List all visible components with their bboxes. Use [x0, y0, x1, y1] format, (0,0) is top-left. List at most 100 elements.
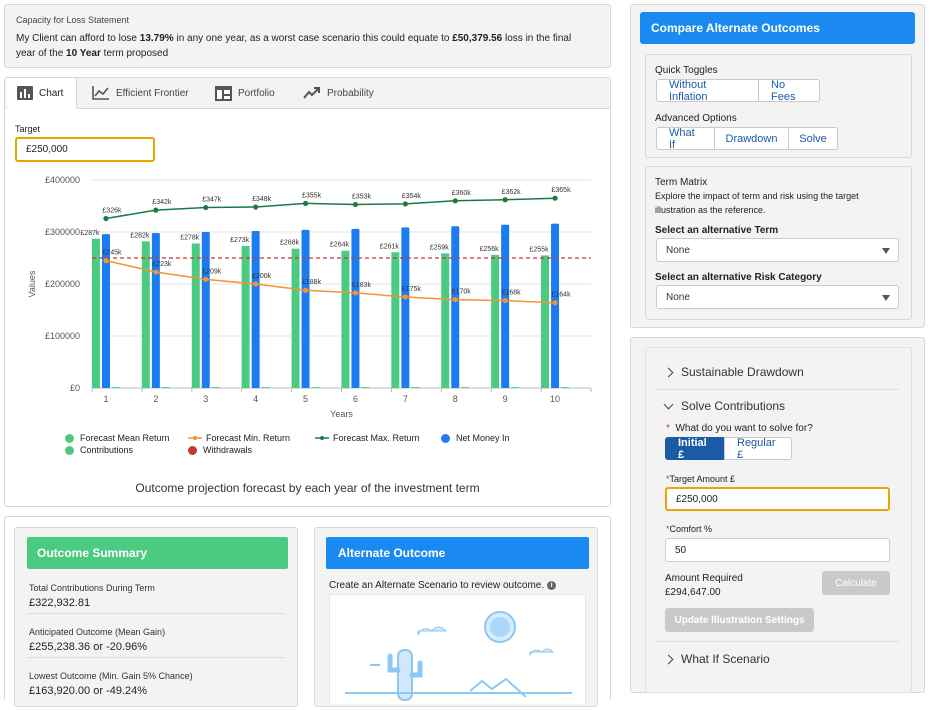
- quick-toggles-label: Quick Toggles: [655, 65, 718, 76]
- bar-net-money-in: [251, 230, 260, 388]
- legend-contributions[interactable]: Contributions: [65, 445, 133, 455]
- without-inflation-button[interactable]: Without Inflation: [656, 79, 759, 103]
- compare-header: Compare Alternate Outcomes: [640, 12, 915, 44]
- regular-button[interactable]: Regular £: [724, 437, 792, 461]
- initial-button[interactable]: Initial £: [665, 437, 725, 461]
- y-tick-label: £200000: [45, 279, 80, 289]
- drawdown-button[interactable]: Drawdown: [714, 127, 789, 150]
- what-if-button[interactable]: What If: [656, 127, 715, 151]
- empty-state-illustration: [329, 594, 586, 704]
- tab-efficient-frontier[interactable]: Efficient Frontier: [92, 78, 189, 108]
- calculate-button[interactable]: Calculate: [822, 571, 890, 595]
- data-label-forecast-min-return: £200k: [252, 273, 272, 280]
- data-label-forecast-min-return: £164k: [552, 292, 572, 299]
- divider: [27, 613, 285, 614]
- data-label-mean: £273k: [230, 237, 250, 244]
- y-tick-label: £300000: [45, 227, 80, 237]
- point-forecast-min-return: [302, 287, 309, 293]
- bar-contributions: [511, 386, 520, 388]
- tab-chart-label[interactable]: Chart: [17, 78, 63, 108]
- amount-required-label: Amount Required: [665, 573, 743, 584]
- data-label-mean: £264k: [330, 242, 350, 249]
- chevron-right-icon: [663, 367, 674, 377]
- capacity-for-loss-panel: Capacity for Loss Statement My Client ca…: [4, 4, 611, 68]
- bar-net-money-in: [551, 223, 560, 388]
- point-forecast-min-return: [153, 269, 159, 275]
- trend-icon: [303, 87, 320, 99]
- amount-required-value: £294,647.00: [665, 587, 721, 598]
- bar-contributions: [261, 386, 270, 388]
- solve-button[interactable]: Solve: [788, 127, 838, 150]
- bar-contributions: [211, 386, 220, 388]
- tab-portfolio[interactable]: Portfolio: [215, 78, 275, 108]
- point-forecast-min-return: [452, 297, 458, 303]
- x-tick-label: 2: [153, 394, 158, 404]
- term-matrix-desc: illustration as the reference.: [655, 205, 766, 215]
- data-label-forecast-max-return: £365k: [552, 187, 572, 194]
- accordion-solve-contributions[interactable]: Solve Contributions: [663, 399, 785, 413]
- point-forecast-min-return: [552, 300, 558, 306]
- data-label-forecast-max-return: £347k: [202, 197, 222, 204]
- bar-forecast-mean: [291, 248, 300, 388]
- stat-value: £322,932.81: [29, 597, 91, 609]
- bar-contributions: [111, 386, 120, 388]
- accordion-sustainable-drawdown[interactable]: Sustainable Drawdown: [663, 365, 804, 379]
- update-illustration-button[interactable]: Update Illustration Settings: [665, 608, 814, 632]
- bar-net-money-in: [501, 224, 510, 388]
- bar-net-money-in: [451, 226, 460, 388]
- point-forecast-min-return: [352, 290, 359, 296]
- legend-withdrawals[interactable]: Withdrawals: [188, 445, 252, 455]
- alt-risk-select[interactable]: None: [656, 285, 899, 309]
- alt-term-select[interactable]: None: [656, 238, 899, 262]
- legend-forecast-min[interactable]: Forecast Min. Return: [188, 433, 290, 443]
- legend-line-icon: [188, 436, 202, 440]
- point-forecast-max-return: [352, 201, 359, 208]
- divider: [27, 657, 285, 658]
- bar-net-money-in: [151, 233, 160, 388]
- comfort-input[interactable]: 50: [665, 538, 890, 562]
- accordion-what-if-scenario[interactable]: What If Scenario: [663, 652, 770, 666]
- x-tick-label: 3: [203, 394, 208, 404]
- tab-probability[interactable]: Probability: [303, 78, 374, 108]
- data-label-forecast-min-return: £209k: [202, 268, 222, 275]
- bar-net-money-in: [401, 227, 410, 388]
- bar-net-money-in: [301, 229, 310, 388]
- bar-forecast-mean: [541, 255, 550, 388]
- stat-value: £255,238.36 or -20.96%: [29, 641, 148, 653]
- target-amount-input[interactable]: £250,000: [665, 487, 890, 511]
- term-matrix-desc: Explore the impact of term and risk usin…: [655, 191, 859, 201]
- bar-net-money-in: [351, 228, 360, 388]
- point-forecast-max-return: [402, 201, 408, 207]
- x-tick-label: 6: [353, 394, 358, 404]
- no-fees-button[interactable]: No Fees: [758, 79, 820, 103]
- x-tick-label: 7: [403, 394, 408, 404]
- alternate-outcome-subtitle: Create an Alternate Scenario to review o…: [329, 580, 557, 591]
- data-label-forecast-max-return: £354k: [402, 193, 422, 200]
- data-label-mean: £256k: [480, 246, 500, 253]
- point-forecast-min-return: [402, 294, 408, 300]
- x-tick-label: 5: [303, 394, 308, 404]
- legend-dot-icon: [65, 445, 74, 455]
- alt-risk-label: Select an alternative Risk Category: [655, 272, 822, 283]
- quick-toggles-group: Without Inflation No Fees: [656, 79, 820, 103]
- caret-down-icon: [882, 248, 890, 254]
- x-tick-label: 1: [103, 394, 108, 404]
- legend-forecast-mean[interactable]: Forecast Mean Return: [65, 433, 170, 443]
- bar-contributions: [311, 386, 320, 388]
- info-icon[interactable]: i: [547, 581, 557, 590]
- chevron-right-icon: [663, 654, 674, 664]
- data-label-mean: £278k: [180, 234, 200, 241]
- bar-forecast-mean: [341, 250, 350, 388]
- legend-net-money-in[interactable]: Net Money In: [441, 433, 510, 443]
- caret-down-icon: [882, 295, 890, 301]
- target-input[interactable]: £250,000: [15, 137, 155, 162]
- target-amount-label: *Target Amount £: [666, 474, 736, 484]
- data-label-forecast-max-return: £348k: [252, 196, 272, 203]
- bar-contributions: [461, 386, 470, 388]
- bar-contributions: [561, 386, 570, 388]
- stat-label: Anticipated Outcome (Mean Gain): [29, 627, 166, 637]
- point-forecast-min-return: [103, 258, 109, 264]
- legend-forecast-max[interactable]: Forecast Max. Return: [315, 433, 420, 443]
- bar-chart-icon: [17, 86, 33, 100]
- bar-forecast-mean: [241, 246, 250, 388]
